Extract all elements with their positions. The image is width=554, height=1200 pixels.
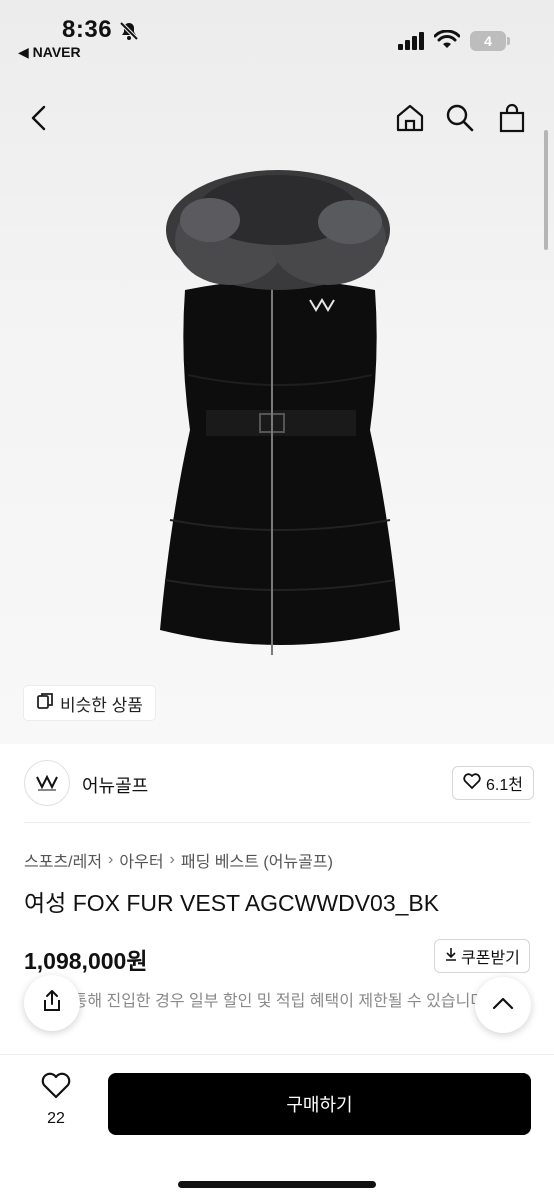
home-icon — [395, 103, 425, 138]
seller-logo[interactable] — [24, 760, 70, 806]
similar-products-label: 비슷한 상품 — [60, 695, 143, 715]
breadcrumb-item[interactable]: 패딩 베스트 (어뉴골프) — [181, 848, 333, 872]
chevron-left-icon — [29, 105, 51, 136]
coupon-button[interactable]: 쿠폰받기 — [434, 939, 530, 973]
product-image[interactable] — [150, 160, 410, 670]
seller-row[interactable]: 어뉴골프 6.1천 — [24, 760, 534, 806]
shopping-bag-icon — [498, 103, 526, 138]
coupon-label: 쿠폰받기 — [461, 950, 520, 967]
signal-icon — [398, 32, 426, 55]
product-title: 여성 FOX FUR VEST AGCWWDV03_BK — [24, 890, 440, 916]
link-notice: 링크를 통해 진입한 경우 일부 할인 및 적립 혜택이 제한될 수 있습니다. — [24, 993, 490, 1010]
product-price: 1,098,000원 — [24, 948, 148, 974]
status-bar: 8:36 ◀ NAVER 4 — [0, 0, 554, 70]
buy-button[interactable]: 구매하기 — [108, 1073, 531, 1135]
heart-icon — [41, 1072, 71, 1104]
battery-tip — [507, 37, 510, 45]
scrollbar[interactable] — [544, 130, 548, 250]
share-icon — [40, 989, 64, 1018]
heart-icon — [463, 772, 481, 794]
scroll-top-button[interactable] — [475, 977, 531, 1033]
chevron-right-icon: › — [108, 851, 114, 868]
cart-button[interactable] — [492, 100, 532, 140]
bell-off-icon — [118, 20, 140, 47]
share-button[interactable] — [24, 975, 80, 1031]
chevron-right-icon: › — [169, 851, 175, 868]
copy-icon — [36, 692, 54, 715]
home-indicator — [178, 1181, 376, 1188]
store-like-count: 6.1천 — [486, 777, 523, 794]
breadcrumb-item[interactable]: 스포츠/레저 — [24, 848, 102, 872]
store-like-button[interactable]: 6.1천 — [452, 766, 534, 800]
search-button[interactable] — [440, 100, 480, 140]
status-time: 8:36 — [62, 16, 113, 43]
battery-indicator: 4 — [470, 31, 506, 51]
divider — [24, 822, 530, 823]
wishlist-button[interactable]: 22 — [24, 1072, 88, 1132]
breadcrumb: 스포츠/레저 › 아우터 › 패딩 베스트 (어뉴골프) — [24, 848, 333, 872]
back-to-app-link[interactable]: ◀ NAVER — [18, 44, 81, 61]
wifi-icon — [433, 29, 461, 55]
download-icon — [444, 947, 458, 966]
home-button[interactable] — [390, 100, 430, 140]
seller-name[interactable]: 어뉴골프 — [82, 772, 148, 798]
wishlist-count: 22 — [47, 1110, 65, 1127]
back-button[interactable] — [20, 100, 60, 140]
breadcrumb-item[interactable]: 아우터 — [119, 848, 163, 872]
similar-products-button[interactable]: 비슷한 상품 — [24, 686, 155, 720]
search-icon — [445, 103, 475, 138]
chevron-up-icon — [492, 996, 514, 1015]
